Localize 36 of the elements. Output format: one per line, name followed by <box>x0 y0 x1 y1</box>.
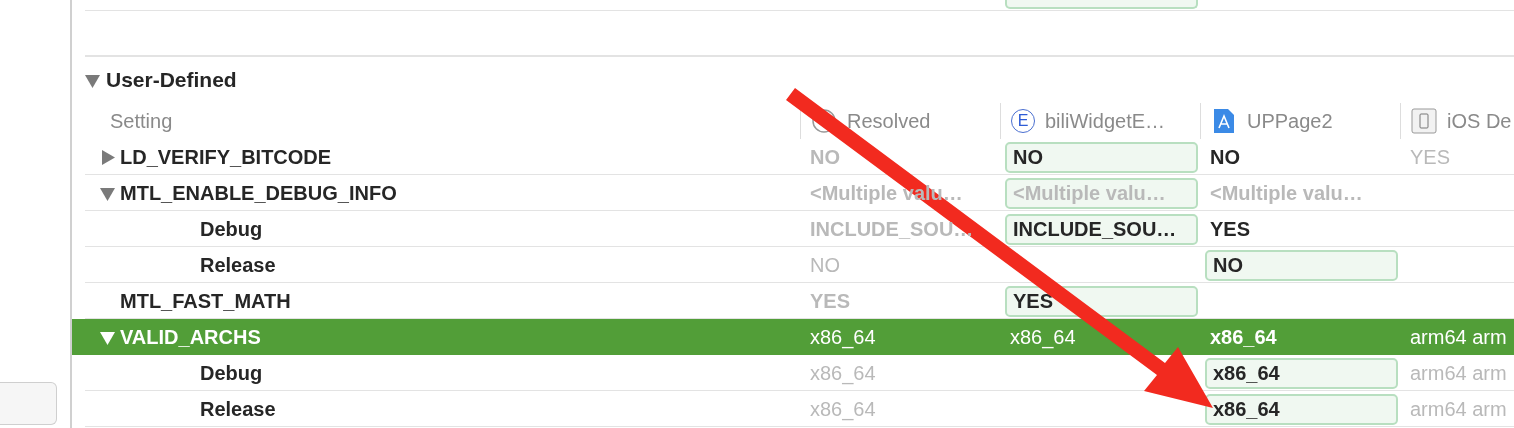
value-field[interactable]: x86_64 <box>1205 357 1398 389</box>
value-text: YES <box>1209 217 1251 241</box>
value-text: NO <box>809 253 840 277</box>
phone-icon <box>1411 107 1437 135</box>
value-text: arm64 arm <box>1409 397 1507 421</box>
value-text: NO <box>809 145 840 169</box>
value-field[interactable] <box>1005 0 1198 9</box>
value-field[interactable]: x86_64 <box>1205 393 1398 425</box>
disclosure-triangle-icon[interactable] <box>100 149 115 165</box>
value-field[interactable]: NO <box>1205 249 1398 281</box>
setting-name: MTL_FAST_MATH <box>120 289 291 313</box>
disclosure-triangle-icon[interactable] <box>85 72 100 88</box>
setting-name: Release <box>200 397 276 421</box>
value-text: NO <box>1209 145 1240 169</box>
section-title: User-Defined <box>106 68 237 92</box>
value-text: YES <box>1409 145 1451 169</box>
value-text: <Multiple valu… <box>1209 181 1363 205</box>
value-text: arm64 arm <box>1409 361 1507 385</box>
value-text: x86_64 <box>809 325 876 349</box>
value-text: x86_64 <box>1209 325 1277 349</box>
value-text: YES <box>809 289 851 313</box>
value-text: arm64 arm <box>1409 325 1507 349</box>
disclosure-triangle-icon[interactable] <box>100 329 115 345</box>
setting-name: Release <box>200 253 276 277</box>
value-field[interactable]: INCLUDE_SOU… <box>1005 213 1198 245</box>
value-text: x86_64 <box>1009 325 1076 349</box>
setting-name: Debug <box>200 361 263 385</box>
app-document-icon <box>1211 107 1237 135</box>
setting-name: LD_VERIFY_BITCODE <box>120 145 332 169</box>
value-text: x86_64 <box>809 397 876 421</box>
disclosure-triangle-icon[interactable] <box>100 185 115 201</box>
setting-name: MTL_ENABLE_DEBUG_INFO <box>120 181 397 205</box>
setting-name: VALID_ARCHS <box>120 325 261 349</box>
value-text: x86_64 <box>809 361 876 385</box>
setting-name: Debug <box>200 217 263 241</box>
value-field[interactable]: NO <box>1005 141 1198 173</box>
